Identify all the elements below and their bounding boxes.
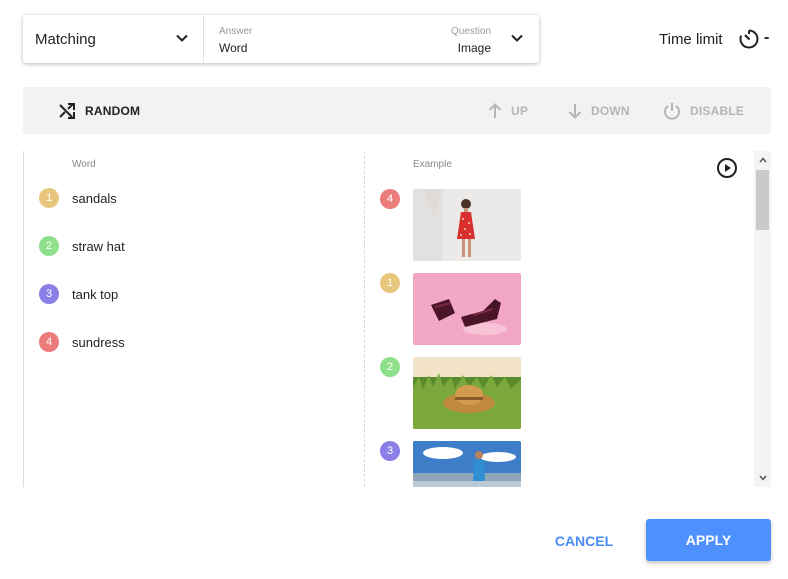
tank-top-image (413, 441, 521, 487)
answer-caption: Answer (219, 26, 253, 37)
time-limit-label: Time limit (659, 31, 723, 48)
chevron-down-icon (510, 31, 524, 50)
play-button[interactable] (716, 157, 738, 184)
answer-question-dropdown[interactable]: Answer Word Question Image (204, 15, 539, 63)
number-badge: 1 (380, 273, 400, 293)
chevron-down-icon (175, 31, 189, 50)
number-badge: 1 (39, 188, 59, 208)
scrollbar[interactable] (754, 151, 771, 487)
up-label: UP (511, 103, 529, 118)
random-button[interactable]: RANDOM (57, 87, 140, 134)
apply-button[interactable]: APPLY (646, 519, 771, 561)
sandals-image (413, 273, 521, 345)
word-item[interactable]: 3 tank top (39, 283, 118, 305)
power-icon (664, 102, 680, 120)
number-badge: 3 (380, 441, 400, 461)
word-column-header: Word (72, 159, 96, 170)
word-item[interactable]: 4 sundress (39, 331, 125, 353)
word-text: straw hat (72, 238, 125, 254)
mode-dropdown[interactable]: Matching (23, 15, 204, 63)
number-badge: 3 (39, 284, 59, 304)
random-label: RANDOM (85, 103, 141, 118)
cancel-button[interactable]: CANCEL (549, 521, 619, 561)
shuffle-icon (59, 102, 75, 119)
move-up-button[interactable]: UP (487, 87, 528, 134)
time-limit-button[interactable]: - (738, 27, 774, 51)
word-text: sundress (72, 334, 125, 350)
arrow-down-icon (568, 103, 582, 119)
question-caption: Question (450, 26, 491, 37)
disable-button[interactable]: DISABLE (662, 87, 744, 134)
column-divider (364, 151, 365, 487)
down-label: DOWN (591, 103, 630, 118)
quiz-settings-card: Matching Answer Word Question Image (23, 15, 539, 63)
question-value: Image (457, 41, 491, 55)
word-item[interactable]: 2 straw hat (39, 235, 125, 257)
answer-value: Word (219, 41, 248, 55)
mode-label: Matching (35, 31, 96, 48)
arrow-up-icon (488, 102, 502, 118)
word-text: sandals (72, 190, 117, 206)
number-badge: 2 (39, 236, 59, 256)
number-badge: 4 (39, 332, 59, 352)
timer-icon (739, 29, 759, 49)
sundress-image (413, 189, 521, 261)
word-item[interactable]: 1 sandals (39, 187, 117, 209)
move-down-button[interactable]: DOWN (567, 87, 630, 134)
example-column-header: Example (413, 159, 452, 170)
scrollbar-thumb[interactable] (756, 170, 769, 230)
word-text: tank top (72, 286, 119, 302)
scroll-up-arrow-icon[interactable] (754, 153, 771, 167)
scroll-down-arrow-icon[interactable] (754, 471, 771, 485)
straw-hat-image (413, 357, 521, 429)
disable-label: DISABLE (690, 103, 745, 118)
play-circle-icon (717, 158, 737, 178)
matching-list: Word Example 1 sandals 2 straw hat 3 tan… (23, 151, 771, 487)
left-border (23, 151, 24, 487)
number-badge: 4 (380, 189, 400, 209)
toolbar: RANDOM UP DOWN DISABLE (23, 87, 771, 134)
number-badge: 2 (380, 357, 400, 377)
time-limit-value: - (764, 29, 770, 46)
